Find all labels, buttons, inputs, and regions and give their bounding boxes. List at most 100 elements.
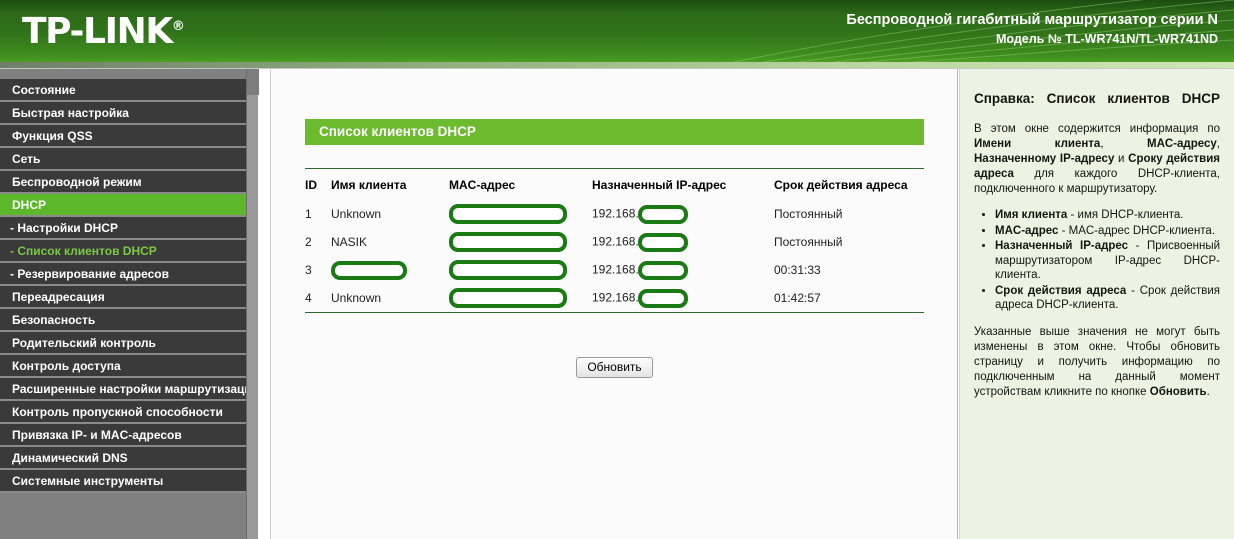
- cell-ip-address: 192.168.: [592, 284, 774, 312]
- help-outro-paragraph: Указанные выше значения не могут быть из…: [974, 325, 1220, 400]
- table-bottom-rule: [305, 312, 924, 313]
- cell-client-name: NASIK: [331, 235, 368, 249]
- help-bullet-term: Имя клиента: [995, 209, 1068, 221]
- cell-id: 2: [305, 235, 312, 249]
- table-row: 3 192.168. 00:31:33: [305, 256, 924, 284]
- sidebar-item-9[interactable]: Переадресация: [0, 286, 258, 309]
- model-number: Модель № TL-WR741N/TL-WR741ND: [995, 32, 1218, 46]
- table-header: ID Имя клиента MAC-адрес Назначенный IP-…: [305, 169, 924, 200]
- sidebar-scrollbar-thumb[interactable]: [247, 69, 259, 95]
- help-bullet-item: Срок действия адреса - Срок действия адр…: [995, 284, 1220, 313]
- redaction-box-mac: [449, 204, 567, 224]
- help-term-ip: Назначенному IP-адресу: [974, 153, 1115, 165]
- page-title: Список клиентов DHCP: [305, 119, 924, 145]
- sidebar-item-label: Сеть: [12, 152, 41, 166]
- redaction-box-ip: [637, 204, 688, 224]
- ip-prefix-text: 192.168.: [592, 262, 639, 277]
- column-header-lease: Срок действия адреса: [774, 178, 908, 192]
- sidebar-item-11[interactable]: Родительский контроль: [0, 332, 258, 355]
- help-intro-text: и: [1114, 153, 1129, 165]
- cell-mac-address: [449, 200, 592, 228]
- sidebar-item-label: Безопасность: [12, 313, 96, 327]
- sidebar-item-2[interactable]: Функция QSS: [0, 125, 258, 148]
- table-body: 1 Unknown 192.168. Постоянный 2 NASIK 192.168.…: [305, 200, 924, 312]
- refresh-button[interactable]: Обновить: [576, 357, 653, 378]
- table-row: 1 Unknown 192.168. Постоянный: [305, 200, 924, 228]
- help-bullet-list: Имя клиента - имя DHCP-клиента.MAC-адрес…: [974, 208, 1220, 313]
- help-intro-paragraph: В этом окне содержится информация по Име…: [974, 122, 1220, 197]
- help-intro-text: В этом окне содержится информация по: [974, 123, 1220, 135]
- cell-lease-time: Постоянный: [774, 207, 843, 221]
- cell-ip-address: 192.168.: [592, 200, 774, 228]
- sidebar-item-label: DHCP: [12, 198, 47, 212]
- sidebar-item-label: Контроль пропускной способности: [12, 405, 223, 419]
- sidebar-menu-list: Состояние Быстрая настройка Функция QSS Сет…: [0, 69, 258, 493]
- sidebar-item-1[interactable]: Быстрая настройка: [0, 102, 258, 125]
- help-outro-text: .: [1206, 385, 1210, 398]
- sidebar-item-0[interactable]: Состояние: [0, 79, 258, 102]
- redaction-box-mac: [449, 232, 567, 252]
- cell-mac-address: [449, 228, 592, 256]
- logo-text: TP-LINK: [22, 11, 173, 52]
- table-row: 4 Unknown 192.168. 01:42:57: [305, 284, 924, 312]
- sidebar-item-8[interactable]: - Резервирование адресов: [0, 263, 258, 286]
- redaction-box-mac: [449, 260, 567, 280]
- help-bullet-item: Назначенный IP-адрес - Присвоенный маршр…: [995, 239, 1220, 283]
- help-bullet-item: Имя клиента - имя DHCP-клиента.: [995, 208, 1220, 223]
- sidebar-item-15[interactable]: Привязка IP- и MAC-адресов: [0, 424, 258, 447]
- cell-id: 1: [305, 207, 312, 221]
- registered-mark-icon: ®: [171, 19, 185, 34]
- dhcp-client-table: ID Имя клиента MAC-адрес Назначенный IP-…: [305, 169, 924, 312]
- sidebar-item-7[interactable]: - Список клиентов DHCP: [0, 240, 258, 263]
- sidebar-item-label: - Резервирование адресов: [10, 267, 169, 281]
- sidebar-item-13[interactable]: Расширенные настройки маршрутизации: [0, 378, 258, 401]
- sidebar-item-label: Привязка IP- и MAC-адресов: [12, 428, 182, 442]
- cell-lease-time: 01:42:57: [774, 291, 821, 305]
- sidebar-item-label: Функция QSS: [12, 129, 93, 143]
- sidebar-scrollbar[interactable]: [246, 69, 259, 539]
- sidebar-item-12[interactable]: Контроль доступа: [0, 355, 258, 378]
- help-bullet-term: Срок действия адреса: [995, 284, 1127, 297]
- sidebar-item-5[interactable]: DHCP: [0, 194, 258, 217]
- column-header-ip: Назначенный IP-адрес: [592, 178, 727, 192]
- sidebar-item-label: - Настройки DHCP: [10, 221, 118, 235]
- help-panel: Справка: Список клиентов DHCP В этом окн…: [959, 69, 1234, 539]
- cell-ip-address: 192.168.: [592, 256, 774, 284]
- ip-prefix-text: 192.168.: [592, 206, 639, 221]
- sidebar-item-3[interactable]: Сеть: [0, 148, 258, 171]
- sidebar-item-label: Контроль доступа: [12, 359, 121, 373]
- sidebar-item-4[interactable]: Беспроводной режим: [0, 171, 258, 194]
- help-term-client-name: Имени клиента: [974, 138, 1101, 150]
- ip-prefix-text: 192.168.: [592, 290, 639, 305]
- ip-prefix-text: 192.168.: [592, 234, 639, 249]
- help-bullet-desc: - MAC-адрес DHCP-клиента.: [1058, 224, 1216, 237]
- cell-ip-address: 192.168.: [592, 228, 774, 256]
- button-row: Обновить: [305, 357, 924, 378]
- redaction-box-ip: [637, 232, 688, 252]
- tp-link-logo: TP-LINK®: [22, 11, 185, 52]
- help-title: Справка: Список клиентов DHCP: [974, 91, 1220, 106]
- help-intro-text: ,: [1216, 138, 1220, 150]
- sidebar-item-10[interactable]: Безопасность: [0, 309, 258, 332]
- sidebar-item-14[interactable]: Контроль пропускной способности: [0, 401, 258, 424]
- sidebar-item-label: Переадресация: [12, 290, 105, 304]
- column-header-mac: MAC-адрес: [449, 178, 516, 192]
- table-row: 2 NASIK 192.168. Постоянный: [305, 228, 924, 256]
- sidebar-item-16[interactable]: Динамический DNS: [0, 447, 258, 470]
- cell-mac-address: [449, 284, 592, 312]
- redaction-box-ip: [637, 260, 688, 280]
- sidebar-item-label: Родительский контроль: [12, 336, 156, 350]
- redaction-box-client-name: [331, 260, 407, 280]
- sidebar-item-6[interactable]: - Настройки DHCP: [0, 217, 258, 240]
- page-header: TP-LINK® Беспроводной гигабитный маршрут…: [0, 0, 1234, 62]
- sidebar-navigation: Состояние Быстрая настройка Функция QSS Сет…: [0, 69, 259, 539]
- sidebar-item-label: Системные инструменты: [12, 474, 164, 488]
- sidebar-item-label: Расширенные настройки маршрутизации: [12, 382, 258, 396]
- sidebar-item-17[interactable]: Системные инструменты: [0, 470, 258, 493]
- product-info: Беспроводной гигабитный маршрутизатор се…: [846, 10, 1218, 48]
- cell-client-name: [331, 256, 449, 284]
- help-bullet-desc: - имя DHCP-клиента.: [1067, 209, 1184, 221]
- sidebar-item-label: Динамический DNS: [12, 451, 128, 465]
- column-header-id: ID: [305, 178, 317, 192]
- dhcp-client-table-wrap: ID Имя клиента MAC-адрес Назначенный IP-…: [305, 168, 924, 313]
